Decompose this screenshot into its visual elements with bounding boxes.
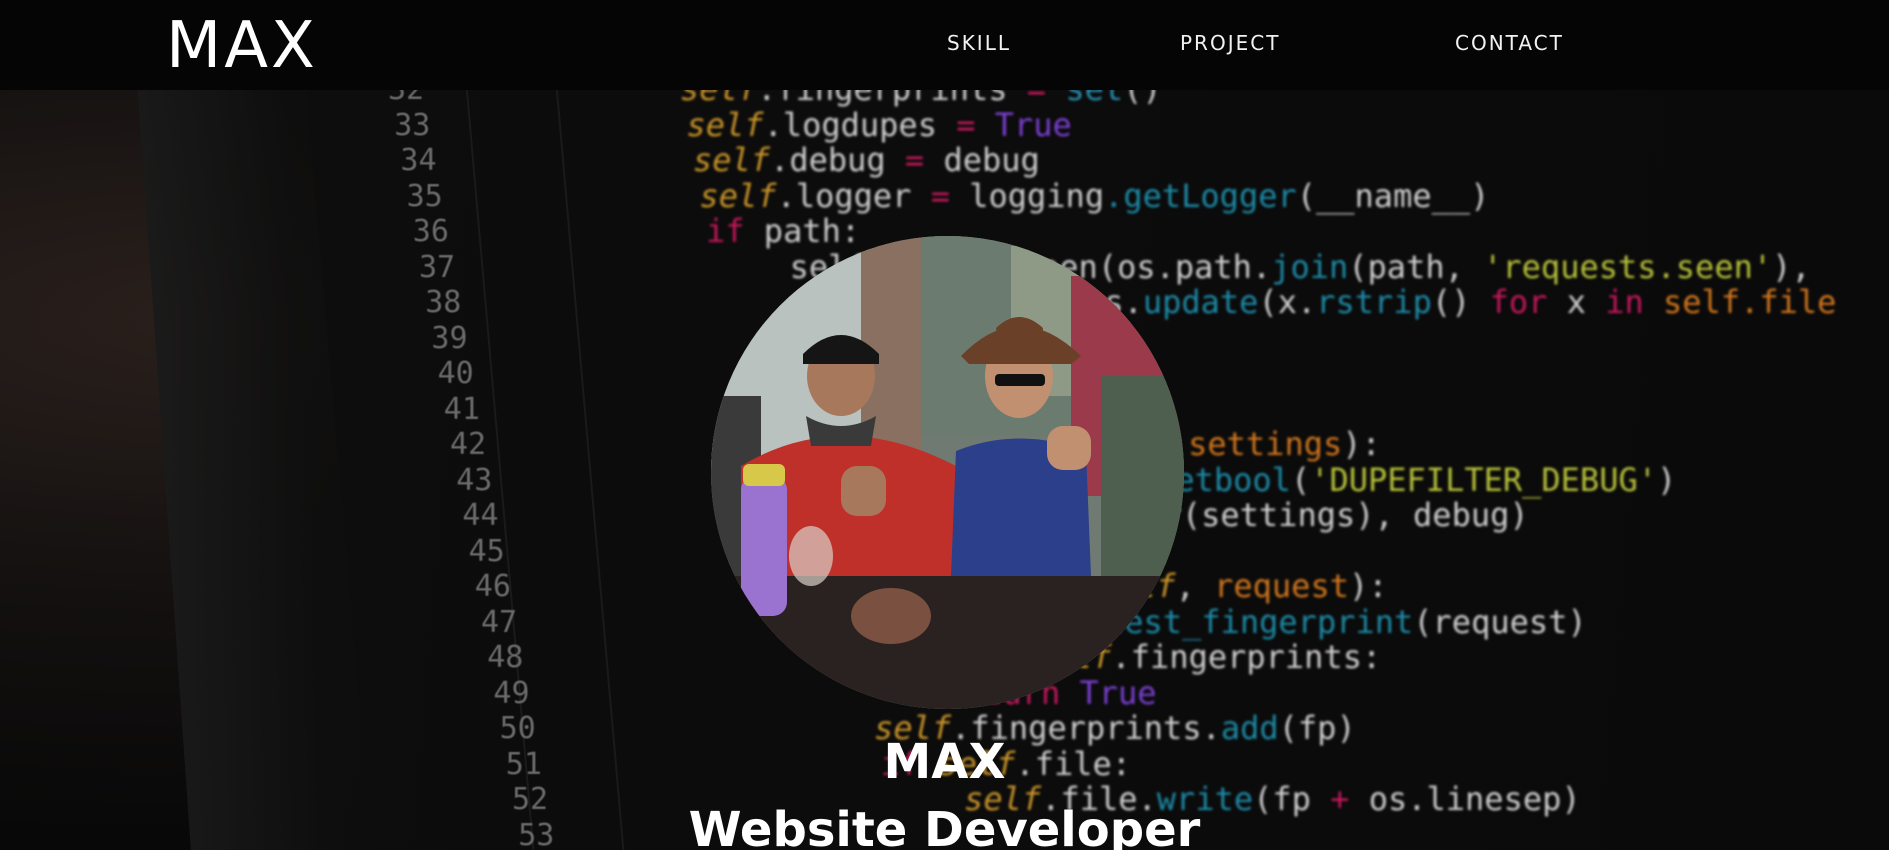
code-token: self.file: [1663, 283, 1837, 321]
code-token: join: [1271, 247, 1349, 286]
nav-link-contact[interactable]: CONTACT: [1455, 30, 1564, 56]
line-number: 47: [481, 604, 518, 640]
hero-section: 3233343536373839404142434445464748495051…: [0, 90, 1889, 850]
profile-photo-icon: [711, 236, 1184, 709]
line-number: 45: [468, 533, 505, 569]
hero-name: MAX: [883, 734, 1006, 790]
code-token: in: [1605, 283, 1664, 321]
code-token: self: [693, 141, 771, 179]
code-token: set: [1065, 90, 1123, 108]
code-token: logging: [969, 176, 1105, 215]
line-number: 38: [425, 285, 462, 320]
code-token: ),: [1772, 247, 1811, 286]
line-number: 39: [431, 320, 468, 356]
code-token: =: [930, 176, 970, 215]
code-token: (): [1123, 90, 1162, 108]
line-number: 37: [419, 249, 456, 285]
code-token: 'requests.seen': [1483, 247, 1773, 286]
code-token: .logdupes: [763, 105, 957, 144]
line-number: 43: [456, 462, 493, 498]
nav-link-project[interactable]: PROJECT: [1180, 30, 1280, 56]
code-line: self.logger = logging.getLogger(__name__…: [700, 177, 1490, 215]
code-token: x: [1566, 283, 1606, 321]
code-token: :: [840, 212, 861, 250]
line-number: 44: [462, 498, 499, 533]
line-number: 35: [406, 178, 443, 214]
brand-logo[interactable]: MAX: [166, 8, 318, 84]
code-token: (path,: [1348, 247, 1484, 286]
code-token: settings: [1188, 425, 1343, 463]
code-token: path: [763, 212, 841, 250]
code-token: self: [699, 176, 777, 215]
code-token: =: [904, 141, 944, 179]
code-token: request: [1214, 567, 1349, 605]
line-number: 32: [388, 90, 424, 107]
code-token: if: [706, 212, 764, 250]
code-token: 'DUPEFILTER_DEBUG': [1310, 460, 1657, 499]
code-token: ): [1656, 460, 1677, 499]
code-token: True: [994, 105, 1072, 144]
code-token: (request): [1413, 602, 1587, 641]
code-token: ):: [1342, 425, 1381, 463]
code-token: (x.: [1258, 283, 1317, 321]
code-line: self.logdupes = True: [687, 106, 1072, 144]
line-number: 33: [394, 107, 431, 143]
code-token: debug: [943, 141, 1040, 179]
line-number: 42: [450, 427, 487, 462]
code-line: if path:: [706, 212, 860, 250]
code-token: True: [1079, 673, 1157, 712]
line-number: 36: [412, 214, 449, 249]
navbar: MAX SKILL PROJECT CONTACT: [0, 0, 1889, 90]
hero-role: Website Developer: [688, 802, 1201, 850]
code-token: update: [1142, 283, 1259, 321]
code-token: self: [686, 105, 764, 144]
line-number: 41: [443, 391, 480, 427]
code-token: rstrip: [1316, 283, 1432, 321]
code-token: (): [1431, 283, 1490, 321]
code-token: (: [1290, 460, 1311, 499]
code-token: .fingerprints:: [1111, 638, 1382, 676]
line-number: 46: [474, 569, 511, 604]
code-token: ):: [1348, 567, 1388, 605]
profile-avatar: [711, 236, 1184, 709]
line-number: 34: [400, 143, 437, 178]
code-token: .logger: [776, 176, 931, 215]
code-token: ,: [1175, 567, 1215, 605]
nav-link-skill[interactable]: SKILL: [947, 30, 1011, 56]
line-number: 49: [493, 675, 530, 711]
line-number: 48: [487, 640, 524, 675]
code-token: .debug: [770, 141, 905, 179]
line-number: 40: [437, 356, 474, 391]
code-line: self.debug = debug: [693, 141, 1040, 179]
code-token: =: [956, 105, 995, 144]
code-token: for: [1489, 283, 1567, 321]
code-token: .getLogger: [1104, 176, 1297, 215]
code-token: (__name__): [1296, 176, 1490, 215]
